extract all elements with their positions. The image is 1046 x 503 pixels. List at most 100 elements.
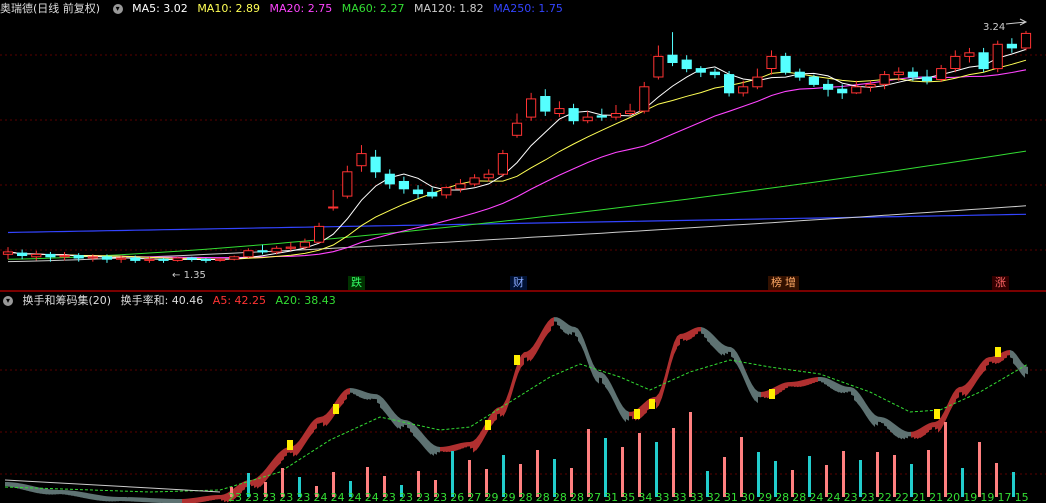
turnover-band-segment: [41, 487, 44, 495]
turnover-band-segment: [872, 412, 875, 427]
signal-marker: [995, 347, 1001, 357]
bottom-label: 22: [878, 491, 892, 503]
turnover-sum-label: 换手率和: 40.46: [120, 294, 204, 307]
candle-body: [639, 86, 650, 112]
turnover-band-segment: [557, 317, 560, 327]
turnover-band-segment: [980, 360, 983, 377]
turnover-band-segment: [662, 375, 665, 398]
candle-body: [625, 110, 636, 114]
event-marker[interactable]: 财: [510, 276, 527, 290]
candle-body: [780, 55, 791, 73]
bottom-label: 28: [775, 491, 789, 503]
candle: [73, 253, 84, 262]
candle: [299, 238, 310, 250]
turnover-band-segment: [356, 388, 359, 397]
candle: [964, 47, 975, 63]
bottom-label: 34: [638, 491, 652, 503]
candle-body: [483, 173, 494, 179]
ma10-label: MA10: 2.89: [197, 2, 261, 15]
turnover-band-segment: [428, 439, 431, 455]
turnover-band-segment: [218, 494, 221, 500]
candle: [667, 32, 678, 67]
turnover-band-segment: [461, 442, 464, 449]
bottom-label: 27: [467, 491, 481, 503]
candlestick-chart[interactable]: [0, 0, 1046, 290]
candle-body: [285, 246, 296, 249]
bottom-label: 15: [1015, 491, 1029, 503]
turnover-band-segment: [194, 497, 197, 503]
turnover-band-segment: [320, 416, 323, 424]
turnover-bar: [621, 447, 624, 497]
turnover-band-segment: [107, 496, 110, 502]
turnover-band-segment: [275, 453, 278, 470]
turnover-band-segment: [710, 332, 713, 347]
turnover-band-segment: [923, 424, 926, 437]
bottom-label: 28: [570, 491, 584, 503]
turnover-band-segment: [374, 393, 377, 400]
turnover-band-segment: [749, 378, 752, 397]
turnover-band-segment: [8, 482, 11, 487]
turnover-bar: [638, 433, 641, 497]
main-chart-panel[interactable]: 奥瑞德(日线 前复权) ▾ MA5: 3.02 MA10: 2.89 MA20:…: [0, 0, 1046, 290]
candle: [215, 258, 226, 262]
event-marker[interactable]: 涨: [992, 276, 1009, 290]
turnover-band-segment: [293, 444, 296, 457]
event-marker[interactable]: 增: [782, 276, 799, 290]
turnover-band-segment: [689, 329, 692, 340]
turnover-band-segment: [155, 498, 158, 503]
signal-marker: [769, 389, 775, 399]
candle: [497, 149, 508, 177]
turnover-band-segment: [311, 419, 314, 436]
indicator-legend: ▾ 换手和筹码集(20) 换手率和: 40.46 A5: 42.25 A20: …: [0, 292, 342, 310]
turnover-band-segment: [23, 483, 26, 491]
candle-body: [667, 54, 678, 64]
turnover-band-segment: [902, 429, 905, 440]
candle: [653, 45, 664, 80]
turnover-band-segment: [350, 388, 353, 393]
collapse-icon[interactable]: ▾: [3, 296, 13, 306]
turnover-band-segment: [503, 399, 506, 418]
turnover-band-segment: [92, 493, 95, 501]
turnover-band-segment: [857, 390, 860, 407]
ma60-line: [7, 150, 1027, 260]
turnover-band-segment: [668, 352, 671, 376]
turnover-band-segment: [782, 382, 785, 391]
candle: [285, 242, 296, 251]
turnover-band-segment: [329, 406, 332, 424]
candle-body: [709, 71, 720, 76]
turnover-band-segment: [554, 317, 557, 322]
turnover-band-segment: [125, 497, 128, 502]
turnover-band-segment: [506, 391, 509, 412]
turnover-band-segment: [578, 328, 581, 346]
bottom-label: 27: [587, 491, 601, 503]
turnover-indicator-chart[interactable]: 23 23 23 23 23 24 24 24 24 23 23 23 23 26 27 29 29 28 28 28…: [0, 292, 1046, 503]
event-marker[interactable]: 跌: [348, 276, 365, 290]
turnover-band-segment: [464, 442, 467, 448]
turnover-band-segment: [521, 352, 524, 368]
indicator-panel[interactable]: ▾ 换手和筹码集(20) 换手率和: 40.46 A5: 42.25 A20: …: [0, 292, 1046, 503]
turnover-band-segment: [788, 381, 791, 387]
candle: [200, 258, 212, 263]
stock-title: 奥瑞德(日线 前复权): [0, 2, 101, 15]
candle-body: [427, 191, 438, 197]
turnover-bar: [536, 450, 539, 497]
turnover-band-segment: [977, 364, 980, 381]
signal-marker: [333, 404, 339, 414]
turnover-band-segment: [869, 408, 872, 425]
turnover-band-segment: [830, 379, 833, 390]
turnover-band-segment: [575, 327, 578, 338]
candle-body: [200, 258, 212, 261]
collapse-icon[interactable]: ▾: [112, 4, 123, 14]
turnover-band-segment: [905, 430, 908, 439]
candle: [794, 68, 805, 81]
turnover-band-segment: [11, 482, 14, 488]
turnover-band-segment: [1007, 350, 1010, 356]
bottom-label: 33: [656, 491, 670, 503]
bottom-label: 23: [296, 491, 310, 503]
turnover-band-segment: [47, 488, 50, 495]
candle-body: [851, 86, 862, 94]
turnover-band-segment: [512, 371, 515, 394]
turnover-band-segment: [380, 395, 383, 410]
candle: [314, 222, 325, 244]
bottom-label: 23: [262, 491, 276, 503]
